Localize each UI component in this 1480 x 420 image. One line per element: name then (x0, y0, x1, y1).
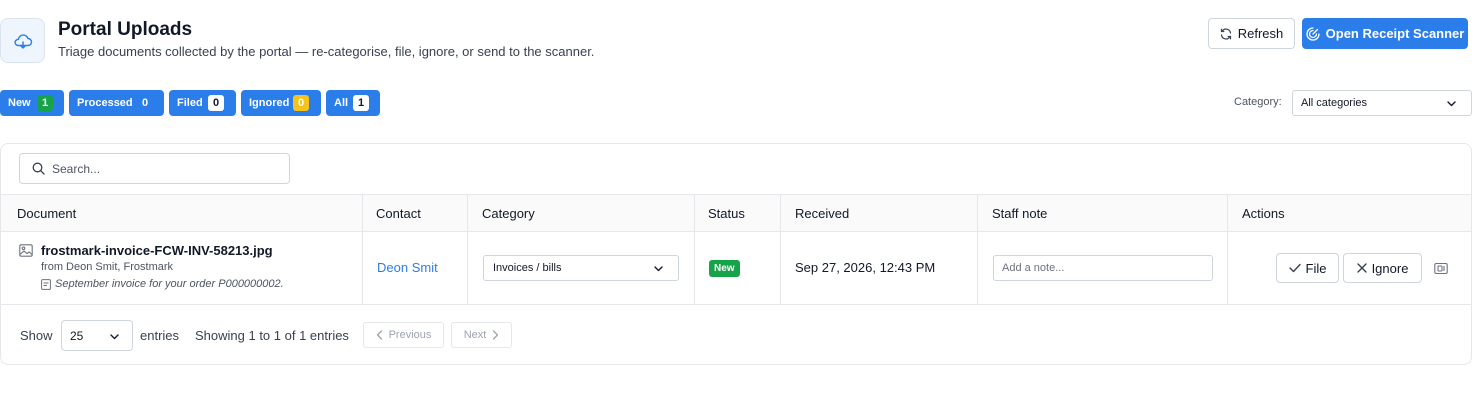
scanner-label: Open Receipt Scanner (1325, 26, 1465, 41)
column-divider (362, 194, 363, 305)
tab-new[interactable]: New 1 (0, 90, 64, 116)
category-select-value: Invoices / bills (493, 262, 562, 274)
show-label: Show (20, 328, 53, 343)
chevron-down-icon (1447, 101, 1456, 107)
check-icon (1288, 263, 1301, 273)
column-header-category[interactable]: Category (468, 195, 535, 231)
file-label: File (1305, 260, 1327, 276)
chevron-down-icon (110, 334, 119, 340)
next-label: Next (463, 329, 487, 341)
close-icon (1356, 263, 1367, 273)
column-header-contact[interactable]: Contact (362, 195, 421, 231)
tab-count-badge: 0 (208, 95, 224, 111)
next-page-button[interactable]: Next (451, 322, 512, 348)
entries-label: entries (140, 328, 180, 343)
column-divider (467, 194, 468, 305)
category-select[interactable]: Invoices / bills (483, 255, 679, 281)
category-filter-label: Category: (1234, 96, 1282, 108)
tab-count-badge: 1 (353, 95, 369, 111)
tab-ignored[interactable]: Ignored 0 (241, 90, 321, 116)
tab-label: Processed (77, 97, 133, 109)
search-input[interactable] (52, 161, 272, 176)
table-header: Document Contact Category Status Receive… (1, 194, 1471, 232)
note-icon (41, 279, 51, 290)
column-divider (780, 194, 781, 305)
staff-note-input[interactable] (993, 255, 1213, 281)
refresh-button[interactable]: Refresh (1208, 18, 1295, 49)
image-file-icon (19, 244, 33, 257)
search-box (19, 153, 290, 184)
chevron-left-icon (376, 330, 382, 340)
tab-count-badge: 1 (37, 95, 53, 111)
column-header-staff-note[interactable]: Staff note (978, 195, 1047, 231)
refresh-icon (1220, 27, 1231, 40)
ignore-button[interactable]: Ignore (1343, 253, 1422, 283)
pagination-info: Showing 1 to 1 of 1 entries (195, 328, 349, 343)
column-header-received[interactable]: Received (781, 195, 849, 231)
document-note: September invoice for your order P000000… (55, 278, 284, 290)
tab-count-badge: 0 (293, 95, 309, 111)
chevron-down-icon (654, 266, 663, 272)
tab-all[interactable]: All 1 (326, 90, 380, 116)
column-header-document[interactable]: Document (3, 195, 76, 231)
file-button[interactable]: File (1276, 253, 1339, 283)
contact-link[interactable]: Deon Smit (377, 260, 438, 275)
document-from: from Deon Smit, Frostmark (41, 261, 174, 273)
category-filter-select[interactable]: All categories (1292, 90, 1472, 116)
tab-label: All (334, 97, 349, 109)
tab-label: New (8, 97, 31, 109)
page-title: Portal Uploads (58, 19, 193, 40)
document-name[interactable]: frostmark-invoice-FCW-INV-58213.jpg (41, 243, 273, 258)
tab-label: Ignored (249, 97, 290, 109)
page-header: Portal Uploads Triage documents collecte… (0, 17, 1480, 65)
page-subtitle: Triage documents collected by the portal… (58, 44, 595, 59)
open-receipt-scanner-button[interactable]: Open Receipt Scanner (1302, 18, 1468, 49)
search-icon (32, 162, 45, 175)
send-to-scanner-button[interactable] (1433, 260, 1449, 276)
refresh-label: Refresh (1237, 26, 1284, 41)
column-header-status[interactable]: Status (694, 195, 745, 231)
column-divider (977, 194, 978, 305)
ignore-label: Ignore (1371, 260, 1409, 276)
tab-processed[interactable]: Processed 0 (69, 90, 164, 116)
uploads-card: Document Contact Category Status Receive… (0, 143, 1472, 365)
status-badge: New (709, 260, 740, 277)
previous-page-button[interactable]: Previous (363, 322, 444, 348)
tab-count-badge: 0 (137, 95, 153, 111)
page-size-select[interactable]: 25 (61, 320, 133, 351)
column-divider (1227, 194, 1228, 305)
column-header-actions: Actions (1242, 205, 1285, 221)
cloud-icon (0, 18, 45, 63)
scanner-icon (1434, 262, 1448, 274)
column-divider (694, 194, 695, 305)
category-filter-value: All categories (1301, 97, 1368, 109)
received-date: Sep 27, 2026, 12:43 PM (795, 260, 936, 275)
page-size-value: 25 (70, 328, 84, 343)
scan-icon (1306, 26, 1320, 41)
tab-filed[interactable]: Filed 0 (169, 90, 236, 116)
tab-label: Filed (177, 97, 203, 109)
previous-label: Previous (388, 329, 432, 341)
chevron-right-icon (493, 330, 499, 340)
table-row: frostmark-invoice-FCW-INV-58213.jpg from… (1, 232, 1471, 305)
